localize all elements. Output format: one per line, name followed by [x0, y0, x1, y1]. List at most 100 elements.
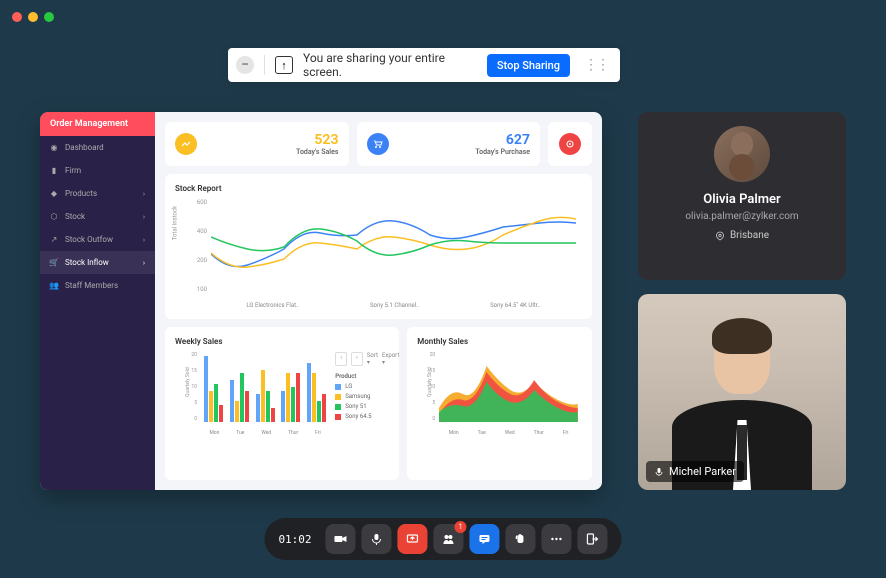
stock-report-chart: Total Instock 600400200100 LG Electronic…	[175, 199, 582, 309]
sidebar-item-staff[interactable]: 👥 Staff Members	[40, 274, 155, 297]
weekly-bar-chart: Quartely Sold 20151050 MonTueWedThurFri	[175, 352, 329, 436]
sidebar-item-label: Dashboard	[65, 143, 104, 152]
purchase-icon	[367, 133, 389, 155]
sidebar-item-stock-outflow[interactable]: ↗ Stock Outfow ›	[40, 228, 155, 251]
participant-email: olivia.palmer@zylker.com	[685, 211, 798, 222]
sidebar-item-stock[interactable]: ⬡ Stock ›	[40, 205, 155, 228]
stat-value: 627	[399, 132, 531, 148]
legend-swatch	[335, 384, 341, 390]
panel-title: Weekly Sales	[175, 337, 389, 346]
close-window-button[interactable]	[12, 12, 22, 22]
divider	[264, 55, 265, 75]
sidebar-item-dashboard[interactable]: ◉ Dashboard	[40, 136, 155, 159]
window-controls	[12, 12, 54, 22]
settings-icon	[559, 133, 581, 155]
panel-title: Monthly Sales	[417, 337, 582, 346]
share-status-text: You are sharing your entire screen.	[303, 51, 477, 79]
minimize-share-bar-button[interactable]: −	[236, 56, 254, 74]
export-menu[interactable]: Export ▾	[382, 352, 399, 366]
avatar	[714, 126, 770, 182]
next-button[interactable]: ›	[351, 352, 363, 366]
bottom-panels: Weekly Sales Quartely Sold 20151050 MonT…	[165, 327, 592, 480]
participant-location: Brisbane	[715, 230, 769, 241]
y-axis-ticks: 600400200100	[189, 199, 207, 293]
leave-meeting-button[interactable]	[578, 524, 608, 554]
video-name-label: Michel Parker	[646, 461, 744, 482]
participant-name: Olivia Palmer	[703, 192, 780, 207]
legend-item: Samsung	[335, 393, 389, 400]
chevron-right-icon: ›	[143, 259, 145, 267]
firm-icon: ▮	[50, 167, 58, 175]
mic-toggle-button[interactable]	[362, 524, 392, 554]
dashboard-icon: ◉	[50, 144, 58, 152]
meeting-toolbar: 01:02	[264, 518, 621, 560]
participants-button[interactable]	[434, 524, 464, 554]
chat-button[interactable]	[470, 524, 500, 554]
sidebar-title: Order Management	[40, 112, 155, 136]
legend-swatch	[335, 414, 341, 420]
dashboard-window: Order Management ◉ Dashboard ▮ Firm ◆ Produ…	[40, 112, 602, 490]
share-more-menu[interactable]: ⋮⋮	[580, 57, 612, 73]
share-indicator-icon: ↑	[275, 56, 293, 74]
x-axis-ticks: MonTueWedThurFri	[439, 430, 578, 436]
panel-title: Stock Report	[175, 184, 582, 193]
weekly-sales-panel: Weekly Sales Quartely Sold 20151050 MonT…	[165, 327, 399, 480]
screen-share-button[interactable]	[398, 524, 428, 554]
stat-sales-card[interactable]: 523Today's Sales	[165, 122, 349, 166]
sidebar-item-products[interactable]: ◆ Products ›	[40, 182, 155, 205]
sidebar-item-label: Stock	[65, 212, 85, 221]
y-axis-ticks: 20151050	[421, 352, 435, 422]
sidebar: Order Management ◉ Dashboard ▮ Firm ◆ Produ…	[40, 112, 155, 490]
stock-icon: ⬡	[50, 213, 58, 221]
sidebar-item-label: Staff Members	[65, 281, 118, 290]
sidebar-item-stock-inflow[interactable]: 🛒 Stock Inflow ›	[40, 251, 155, 274]
area-chart	[439, 352, 578, 422]
line-plot	[211, 199, 576, 293]
sidebar-item-label: Products	[65, 189, 97, 198]
stat-value: 523	[207, 132, 339, 148]
y-axis-label: Total Instock	[172, 206, 179, 240]
legend-item: Sony 51	[335, 403, 389, 410]
legend-item: Sony 64.5	[335, 413, 389, 420]
sales-icon	[175, 133, 197, 155]
legend-item: LG	[335, 383, 389, 390]
participant-video-tile[interactable]: Michel Parker	[638, 294, 846, 490]
monthly-sales-panel: Monthly Sales Quartely Sold 20151050 Mon…	[407, 327, 592, 480]
maximize-window-button[interactable]	[44, 12, 54, 22]
mic-icon	[654, 467, 664, 477]
reactions-button[interactable]	[506, 524, 536, 554]
minimize-window-button[interactable]	[28, 12, 38, 22]
legend-header: Product	[335, 373, 356, 380]
products-icon: ◆	[50, 190, 58, 198]
sort-menu[interactable]: Sort ▾	[367, 352, 378, 366]
more-options-button[interactable]	[542, 524, 572, 554]
inflow-icon: 🛒	[50, 259, 58, 267]
stat-label: Today's Purchase	[399, 148, 531, 156]
participant-info-card: Olivia Palmer olivia.palmer@zylker.com B…	[638, 112, 846, 280]
chevron-right-icon: ›	[143, 213, 145, 221]
sidebar-item-label: Stock Inflow	[65, 258, 109, 267]
dashboard-main: 523Today's Sales 627Today's Purchase Sto…	[155, 112, 602, 490]
sidebar-item-label: Firm	[65, 166, 81, 175]
prev-button[interactable]: ‹	[335, 352, 347, 366]
legend-swatch	[335, 394, 341, 400]
stop-sharing-button[interactable]: Stop Sharing	[487, 54, 570, 77]
sidebar-item-label: Stock Outfow	[65, 235, 113, 244]
stock-report-panel: Stock Report Total Instock 600400200100 …	[165, 174, 592, 319]
weekly-legend: ‹›Sort ▾Export ▾ Product LG Samsung Sony…	[335, 352, 389, 436]
x-axis-ticks: LG Electronics Flat..Sony 5.1 Channel..S…	[211, 302, 576, 309]
outflow-icon: ↗	[50, 236, 58, 244]
meeting-timer: 01:02	[278, 533, 311, 546]
sidebar-item-firm[interactable]: ▮ Firm	[40, 159, 155, 182]
y-axis-ticks: 20151050	[185, 352, 197, 422]
chevron-right-icon: ›	[143, 236, 145, 244]
video-toggle-button[interactable]	[326, 524, 356, 554]
staff-icon: 👥	[50, 282, 58, 290]
legend-swatch	[335, 404, 341, 410]
stat-extra-card[interactable]	[548, 122, 592, 166]
chevron-right-icon: ›	[143, 190, 145, 198]
stat-purchase-card[interactable]: 627Today's Purchase	[357, 122, 541, 166]
screen-share-bar: − ↑ You are sharing your entire screen. …	[228, 48, 620, 82]
x-axis-ticks: MonTueWedThurFri	[201, 430, 329, 436]
location-icon	[715, 231, 725, 241]
